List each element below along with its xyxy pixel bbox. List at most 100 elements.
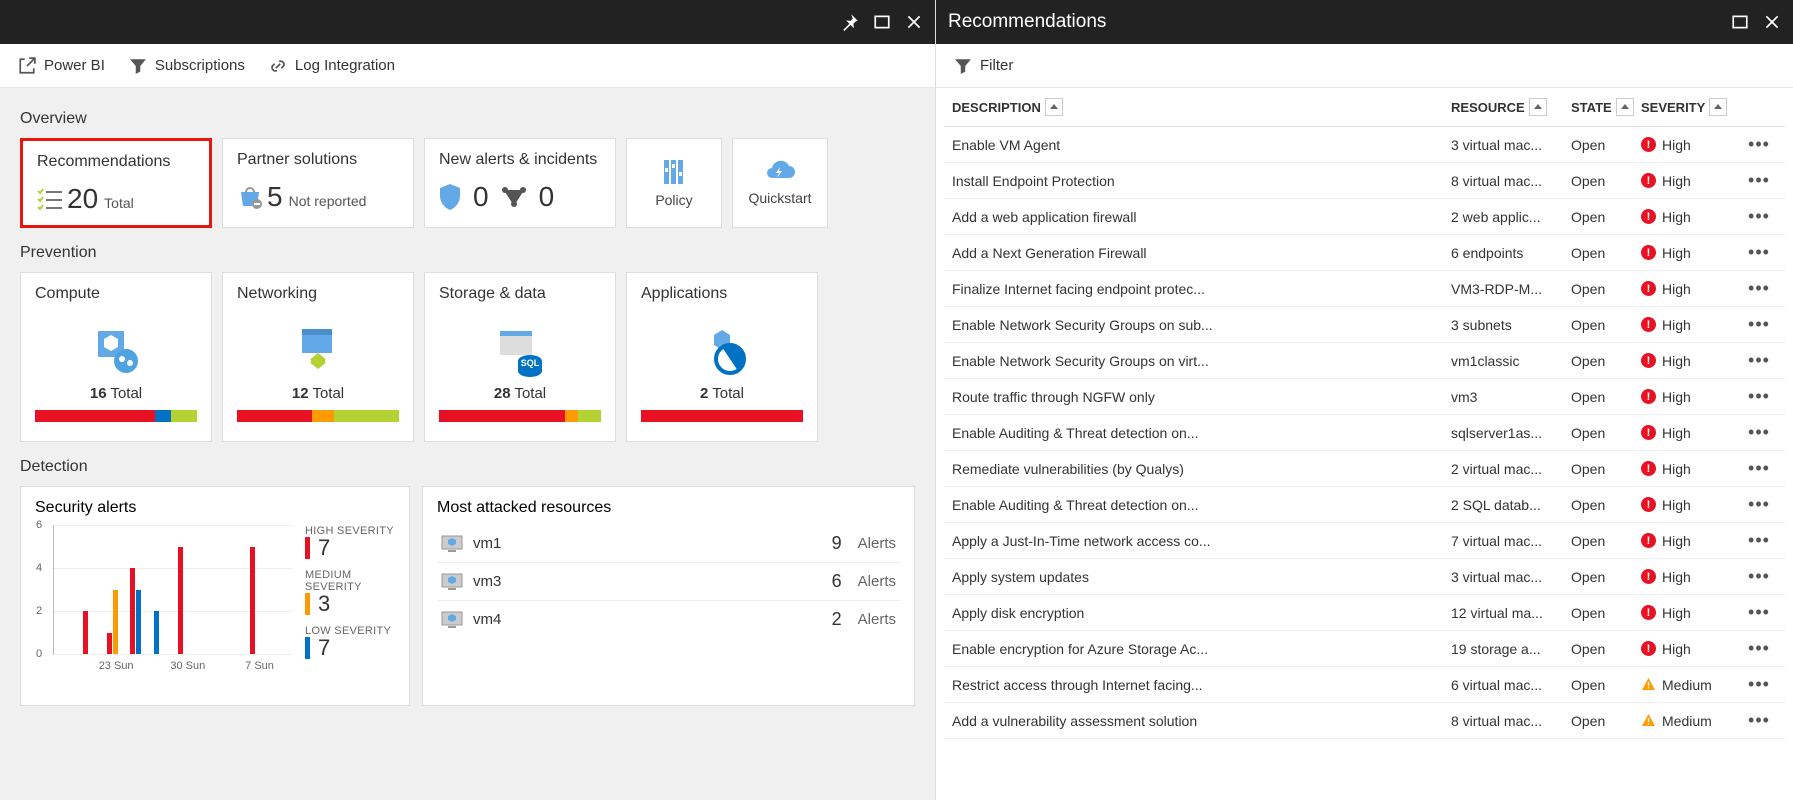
- row-actions-button[interactable]: •••: [1741, 350, 1777, 371]
- ellipsis-icon: •••: [1748, 530, 1770, 550]
- row-actions-button[interactable]: •••: [1741, 422, 1777, 443]
- recommendation-row[interactable]: Remediate vulnerabilities (by Qualys) 2 …: [944, 451, 1785, 487]
- row-state: Open: [1571, 242, 1641, 263]
- row-actions-button[interactable]: •••: [1741, 674, 1777, 695]
- row-actions-button[interactable]: •••: [1741, 242, 1777, 263]
- row-description: Route traffic through NGFW only: [952, 386, 1451, 407]
- row-actions-button[interactable]: •••: [1741, 134, 1777, 155]
- recommendation-row[interactable]: Finalize Internet facing endpoint protec…: [944, 271, 1785, 307]
- close-icon[interactable]: [905, 13, 923, 31]
- row-resource: sqlserver1as...: [1451, 422, 1571, 443]
- recommendation-row[interactable]: Route traffic through NGFW only vm3 Open…: [944, 379, 1785, 415]
- ellipsis-icon: •••: [1748, 638, 1770, 658]
- quickstart-tile[interactable]: Quickstart: [732, 138, 828, 228]
- filter-icon: [129, 57, 147, 75]
- row-actions-button[interactable]: •••: [1741, 278, 1777, 299]
- security-alerts-tile[interactable]: Security alerts 024623 Sun30 Sun7 Sun HI…: [20, 486, 410, 706]
- prevention-tile-networking[interactable]: Networking 12 Total: [222, 272, 414, 442]
- recommendation-row[interactable]: Add a Next Generation Firewall 6 endpoin…: [944, 235, 1785, 271]
- alert-count: 9: [832, 533, 842, 554]
- col-severity[interactable]: SEVERITY: [1641, 98, 1741, 116]
- row-description: Enable VM Agent: [952, 134, 1451, 155]
- recommendation-row[interactable]: Add a vulnerability assessment solution …: [944, 703, 1785, 739]
- row-state: Open: [1571, 674, 1641, 695]
- row-severity: !High: [1641, 170, 1741, 191]
- row-state: Open: [1571, 530, 1641, 551]
- recommendation-row[interactable]: Enable Network Security Groups on sub...…: [944, 307, 1785, 343]
- ellipsis-icon: •••: [1748, 602, 1770, 622]
- prevention-tile-storage-data[interactable]: Storage & data SQL 28 Total: [424, 272, 616, 442]
- recommendation-row[interactable]: Apply system updates 3 virtual mac... Op…: [944, 559, 1785, 595]
- recommendation-row[interactable]: Enable Network Security Groups on virt..…: [944, 343, 1785, 379]
- log-integration-button[interactable]: Log Integration: [269, 57, 395, 75]
- most-attacked-tile[interactable]: Most attacked resources vm1 9 Alerts vm3…: [422, 486, 915, 706]
- row-resource: 8 virtual mac...: [1451, 710, 1571, 731]
- table-header-row: DESCRIPTION RESOURCE STATE SEVERITY: [944, 88, 1785, 127]
- maximize-icon[interactable]: [1731, 13, 1749, 31]
- row-actions-button[interactable]: •••: [1741, 710, 1777, 731]
- row-description: Remediate vulnerabilities (by Qualys): [952, 458, 1451, 479]
- row-state: Open: [1571, 134, 1641, 155]
- row-description: Enable Network Security Groups on virt..…: [952, 350, 1451, 371]
- close-icon[interactable]: [1763, 13, 1781, 31]
- recommendation-row[interactable]: Enable Auditing & Threat detection on...…: [944, 415, 1785, 451]
- powerbi-button[interactable]: Power BI: [18, 57, 105, 75]
- recommendation-row[interactable]: Add a web application firewall 2 web app…: [944, 199, 1785, 235]
- col-state[interactable]: STATE: [1571, 98, 1641, 116]
- row-actions-button[interactable]: •••: [1741, 494, 1777, 515]
- severity-bar: [237, 410, 399, 422]
- severity-legend-item: LOW SEVERITY7: [305, 625, 395, 659]
- row-resource: 3 virtual mac...: [1451, 566, 1571, 587]
- recommendation-row[interactable]: Apply disk encryption 12 virtual ma... O…: [944, 595, 1785, 631]
- maximize-icon[interactable]: [873, 13, 891, 31]
- alert-label: Alerts: [858, 611, 896, 628]
- row-actions-button[interactable]: •••: [1741, 638, 1777, 659]
- row-actions-button[interactable]: •••: [1741, 314, 1777, 335]
- row-resource: vm3: [1451, 386, 1571, 407]
- prevention-tile-applications[interactable]: Applications 2 Total: [626, 272, 818, 442]
- recommendation-row[interactable]: Enable encryption for Azure Storage Ac..…: [944, 631, 1785, 667]
- row-actions-button[interactable]: •••: [1741, 530, 1777, 551]
- row-severity: !High: [1641, 386, 1741, 407]
- attacked-resource-row[interactable]: vm4 2 Alerts: [437, 601, 900, 638]
- filter-button[interactable]: Filter: [954, 57, 1013, 75]
- row-resource: 19 storage a...: [1451, 638, 1571, 659]
- recommendation-row[interactable]: Install Endpoint Protection 8 virtual ma…: [944, 163, 1785, 199]
- link-icon: [269, 57, 287, 75]
- pin-icon[interactable]: [841, 13, 859, 31]
- ellipsis-icon: •••: [1748, 242, 1770, 262]
- row-state: Open: [1571, 602, 1641, 623]
- ellipsis-icon: •••: [1748, 206, 1770, 226]
- row-state: Open: [1571, 566, 1641, 587]
- external-link-icon: [18, 57, 36, 75]
- subscriptions-button[interactable]: Subscriptions: [129, 57, 245, 75]
- severity-high-icon: !: [1641, 497, 1656, 512]
- row-actions-button[interactable]: •••: [1741, 386, 1777, 407]
- row-resource: 7 virtual mac...: [1451, 530, 1571, 551]
- severity-high-icon: !: [1641, 317, 1656, 332]
- new-alerts-tile[interactable]: New alerts & incidents 0 0: [424, 138, 616, 228]
- row-actions-button[interactable]: •••: [1741, 566, 1777, 587]
- partner-solutions-tile[interactable]: Partner solutions 5Not reported: [222, 138, 414, 228]
- recommendation-row[interactable]: Enable VM Agent 3 virtual mac... Open !H…: [944, 127, 1785, 163]
- row-description: Add a web application firewall: [952, 206, 1451, 227]
- rec-caption: Recommendations: [37, 153, 195, 171]
- col-description[interactable]: DESCRIPTION: [952, 98, 1451, 116]
- policy-tile[interactable]: Policy: [626, 138, 722, 228]
- col-resource[interactable]: RESOURCE: [1451, 98, 1571, 116]
- row-actions-button[interactable]: •••: [1741, 170, 1777, 191]
- shield-count: 0: [473, 181, 489, 213]
- recommendations-tile[interactable]: Recommendations 20Total: [20, 138, 212, 228]
- recommendation-row[interactable]: Enable Auditing & Threat detection on...…: [944, 487, 1785, 523]
- attacked-resource-row[interactable]: vm3 6 Alerts: [437, 563, 900, 601]
- ps-suffix: Not reported: [289, 193, 367, 209]
- severity-high-icon: !: [1641, 137, 1656, 152]
- row-actions-button[interactable]: •••: [1741, 206, 1777, 227]
- attacked-resource-row[interactable]: vm1 9 Alerts: [437, 525, 900, 563]
- recommendation-row[interactable]: Restrict access through Internet facing.…: [944, 667, 1785, 703]
- recommendation-row[interactable]: Apply a Just-In-Time network access co..…: [944, 523, 1785, 559]
- row-actions-button[interactable]: •••: [1741, 458, 1777, 479]
- row-actions-button[interactable]: •••: [1741, 602, 1777, 623]
- prevention-tile-compute[interactable]: Compute 16 Total: [20, 272, 212, 442]
- row-description: Enable Auditing & Threat detection on...: [952, 422, 1451, 443]
